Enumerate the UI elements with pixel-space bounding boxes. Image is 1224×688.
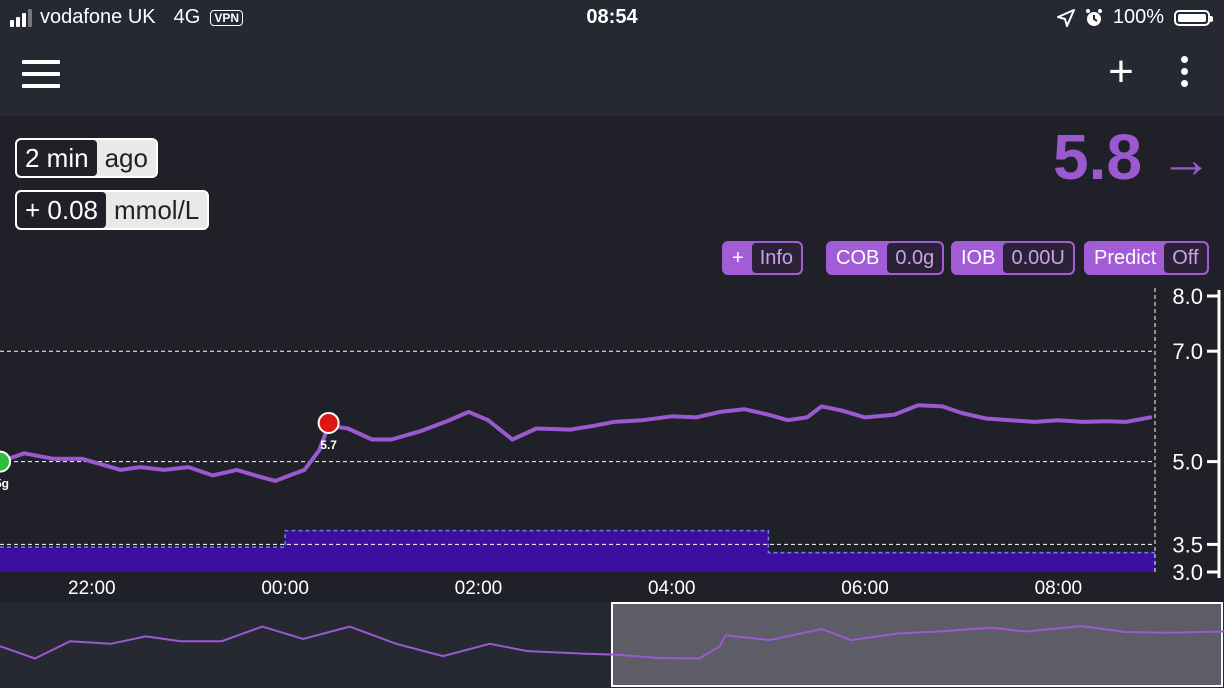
add-icon[interactable]: + — [1103, 50, 1139, 94]
battery-percent: 100% — [1112, 6, 1164, 28]
navigator-chart[interactable] — [0, 602, 1224, 688]
status-time: 08:54 — [586, 6, 638, 28]
predict-label: Predict — [1094, 247, 1157, 269]
y-tick-label: 3.0 — [1172, 560, 1203, 585]
info-button[interactable]: + Info — [722, 241, 804, 275]
x-tick-label: 02:00 — [455, 578, 503, 599]
cob-button[interactable]: COB 0.0g — [826, 241, 945, 275]
y-tick-label: 3.5 — [1172, 532, 1203, 557]
iob-label: IOB — [961, 247, 996, 269]
battery-icon — [1174, 9, 1213, 26]
x-tick-label: 04:00 — [648, 578, 696, 599]
more-vertical-icon[interactable] — [1172, 56, 1196, 96]
menu-hamburger-icon[interactable] — [22, 60, 60, 90]
x-tick-label: 00:00 — [261, 578, 309, 599]
status-bar: vodafone UK 4G VPN 08:54 100% — [0, 0, 1224, 36]
status-right: 100% — [1056, 6, 1213, 29]
app-bar: + — [0, 36, 1224, 116]
carbs-label: 5g — [0, 477, 9, 491]
minutes-value: 2 min — [17, 140, 97, 176]
iob-value: 0.00U — [1003, 243, 1073, 273]
glucose-chart[interactable]: 8.0 7.0 5.0 3.5 3.0 22:00 00:00 02:00 04:00 06:00… — [0, 280, 1224, 602]
delta-pill: + 0.08 mmol/L — [15, 190, 210, 230]
y-tick-label: 5.0 — [1172, 450, 1203, 475]
trend-arrow-icon: → — [1160, 131, 1212, 189]
x-tick-label: 08:00 — [1035, 578, 1083, 599]
carbs-marker — [0, 450, 11, 473]
ago-label: ago — [104, 143, 148, 173]
x-tick-label: 06:00 — [841, 578, 889, 599]
x-tick-label: 22:00 — [68, 578, 116, 599]
delta-value: + 0.08 — [17, 192, 107, 228]
info-button-plus: + — [732, 247, 744, 269]
cob-label: COB — [836, 247, 880, 269]
iob-button[interactable]: IOB 0.00U — [951, 241, 1075, 275]
cob-value: 0.0g — [887, 243, 943, 273]
time-ago-pill: 2 min ago — [15, 138, 158, 178]
navigator-window — [611, 602, 1223, 687]
glucose-line — [0, 403, 1153, 483]
location-arrow-icon — [1056, 8, 1075, 27]
treatment-marker — [317, 411, 340, 434]
alarm-icon — [1085, 8, 1102, 26]
basal-area — [0, 530, 1155, 572]
predict-button[interactable]: Predict Off — [1084, 241, 1209, 275]
unit-label: mmol/L — [114, 195, 200, 225]
current-glucose-value: 5.8 — [1053, 121, 1142, 193]
predict-value: Off — [1164, 243, 1207, 273]
treatment-label: 5.7 — [320, 438, 337, 452]
info-button-label: Info — [751, 243, 802, 273]
y-tick-label: 7.0 — [1172, 339, 1203, 364]
y-tick-label: 8.0 — [1172, 284, 1203, 309]
